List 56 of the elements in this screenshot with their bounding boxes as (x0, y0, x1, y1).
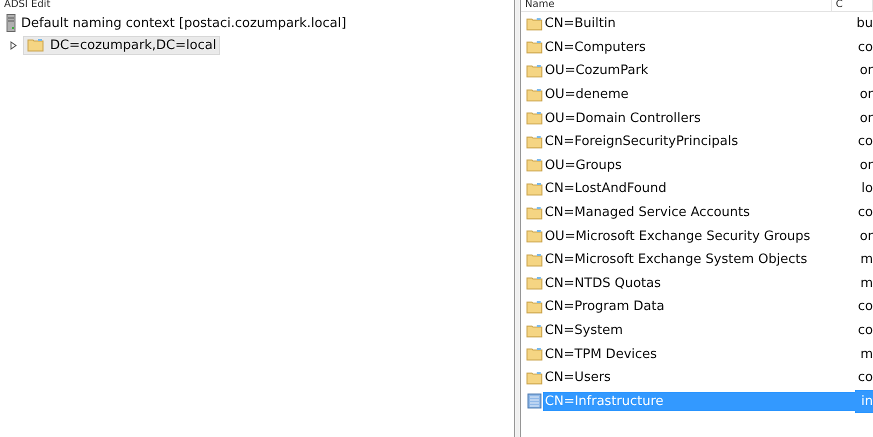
folder-icon (526, 300, 543, 314)
table-cell-text: or (858, 62, 873, 80)
folder-icon (526, 347, 543, 362)
folder-icon (526, 370, 543, 385)
list-item[interactable]: CN=Microsoft Exchange System Objects (542, 250, 854, 270)
folder-icon (526, 88, 543, 102)
table-cell-text: lo (860, 180, 873, 198)
folder-icon (526, 252, 543, 267)
list-item[interactable]: OU=deneme (542, 85, 854, 104)
folder-icon (526, 64, 543, 78)
folder-icon (526, 206, 543, 220)
expander-icon[interactable] (10, 40, 18, 50)
table-cell-text: co (856, 369, 873, 388)
folder-icon (526, 134, 543, 149)
list-item[interactable]: CN=Program Data (542, 297, 852, 316)
list-item[interactable]: CN=ForeignSecurityPrincipals (542, 132, 852, 152)
list-item[interactable]: CN=Users (542, 368, 852, 388)
list-item[interactable]: OU=Domain Controllers (542, 108, 854, 128)
list-item[interactable]: OU=Groups (542, 156, 854, 175)
table-cell-text: m (859, 274, 873, 293)
folder-icon (526, 324, 543, 338)
table-cell-text: or (858, 110, 873, 128)
list-item[interactable]: CN=TPM Devices (542, 344, 854, 364)
table-cell-text: co (856, 133, 873, 152)
table-cell-text: or (858, 86, 873, 104)
table-cell-text: co (856, 298, 873, 316)
folder-icon (27, 38, 44, 52)
list-item[interactable]: CN=Computers (542, 38, 852, 57)
list-item[interactable]: CN=Builtin (542, 14, 850, 34)
table-cell: in (855, 390, 873, 414)
list-item[interactable]: CN=Managed Service Accounts (542, 203, 852, 222)
table-cell-text: m (859, 346, 873, 364)
list-item[interactable]: CN=System (542, 321, 852, 340)
table-cell-text: co (856, 204, 873, 222)
folder-icon (526, 276, 543, 290)
table-cell-text: bu (856, 15, 873, 34)
list-item[interactable]: OU=CozumPark (542, 61, 854, 80)
list-item[interactable]: OU=Microsoft Exchange Security Groups (542, 226, 854, 246)
table-cell-text: co (856, 38, 873, 57)
tree-item[interactable]: Default naming context [postaci.cozumpark.local] (21, 16, 346, 30)
folder-icon (526, 40, 543, 54)
table-cell-text: or (858, 228, 873, 246)
folder-icon (526, 182, 543, 196)
folder-icon (526, 16, 543, 31)
list-item[interactable]: CN=LostAndFound (542, 179, 856, 198)
table-cell-text: m (859, 251, 873, 270)
tree-item[interactable]: DC=cozumpark,DC=local (23, 36, 220, 54)
document-icon (526, 393, 543, 410)
folder-icon (526, 111, 543, 126)
table-cell-text: or (858, 156, 873, 175)
table-cell-text: co (856, 322, 873, 340)
column-header[interactable]: Name (521, 0, 832, 11)
folder-icon (526, 158, 543, 172)
list-item[interactable]: CN=NTDS Quotas (542, 274, 854, 293)
server-icon (6, 14, 16, 32)
folder-icon (526, 229, 543, 244)
